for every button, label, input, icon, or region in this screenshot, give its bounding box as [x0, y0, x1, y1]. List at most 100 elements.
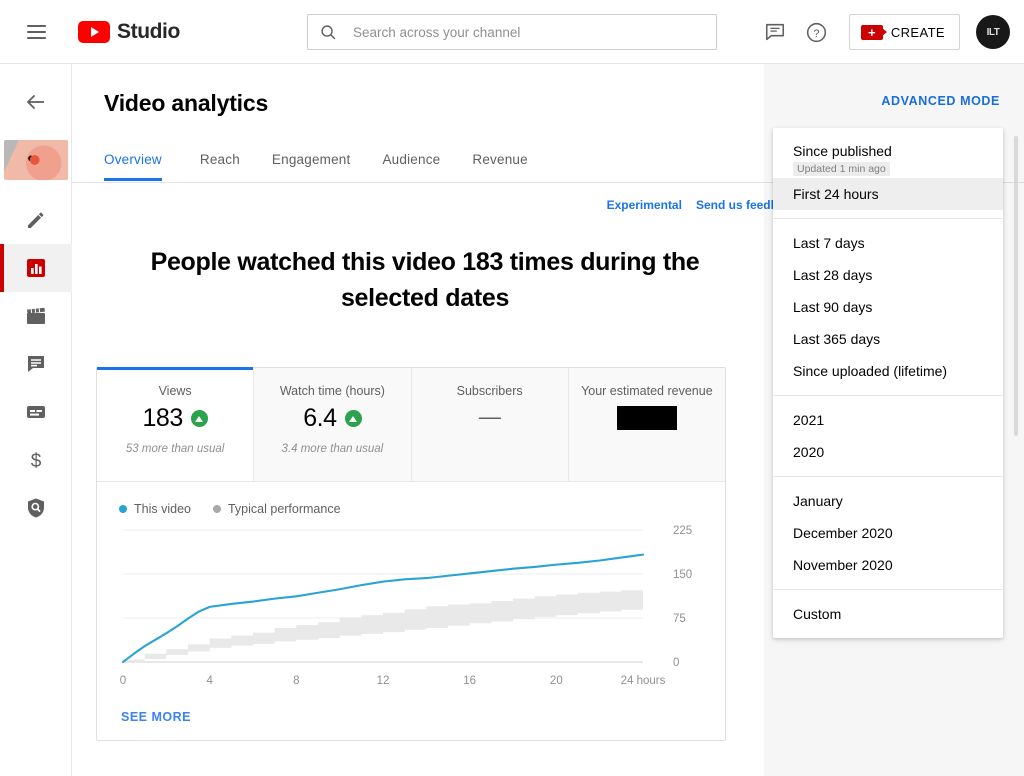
- menu-item[interactable]: First 24 hours: [773, 178, 1003, 210]
- see-more-link[interactable]: SEE MORE: [121, 710, 191, 724]
- analytics-tabs: Overview Reach Engagement Audience Reven…: [104, 152, 544, 181]
- menu-item[interactable]: Last 90 days: [773, 291, 1003, 323]
- sidebar-item-subtitles[interactable]: [0, 388, 72, 436]
- menu-item-label: 2020: [793, 444, 824, 460]
- arrow-left-icon: [24, 90, 48, 114]
- menu-separator: [773, 589, 1003, 590]
- menu-item-label: January: [793, 493, 843, 509]
- feedback-icon[interactable]: [755, 12, 795, 52]
- menu-item[interactable]: November 2020: [773, 549, 1003, 581]
- x-axis-tick-label: 8: [293, 675, 299, 687]
- metric-value: 183: [143, 404, 183, 433]
- metric-label: Subscribers: [457, 384, 523, 398]
- metric-label: Your estimated revenue: [581, 384, 713, 398]
- menu-item-label: Since uploaded (lifetime): [793, 363, 947, 379]
- metric-subtext: 3.4 more than usual: [282, 443, 384, 455]
- tab-engagement[interactable]: Engagement: [256, 152, 367, 181]
- menu-scrollbar[interactable]: [1014, 136, 1018, 436]
- menu-group: January December 2020 November 2020: [773, 481, 1003, 585]
- metric-card-revenue[interactable]: Your estimated revenue: [569, 368, 725, 481]
- metric-value: —: [479, 404, 501, 430]
- tab-audience[interactable]: Audience: [366, 152, 456, 181]
- x-axis-tick-label: 20: [550, 675, 563, 687]
- sidebar-item-editor[interactable]: [0, 292, 72, 340]
- svg-text:?: ?: [814, 27, 820, 39]
- chart-area: This video Typical performance 075150225…: [97, 482, 725, 741]
- legend-label: Typical performance: [228, 502, 341, 516]
- menu-item-label: December 2020: [793, 525, 893, 541]
- analytics-line-chart[interactable]: 07515022504812162024 hours: [97, 522, 727, 702]
- menu-item[interactable]: Custom: [773, 598, 1003, 630]
- menu-item[interactable]: December 2020: [773, 517, 1003, 549]
- sidebar-item-monetization[interactable]: $: [0, 436, 72, 484]
- video-camera-plus-icon: +: [861, 25, 883, 40]
- menu-item-label: 2021: [793, 412, 824, 428]
- legend-item-typical-performance[interactable]: Typical performance: [213, 502, 341, 516]
- menu-item[interactable]: Last 7 days: [773, 227, 1003, 259]
- search-input[interactable]: [353, 25, 704, 40]
- metric-card-watch-time[interactable]: Watch time (hours) 6.4 3.4 more than usu…: [254, 368, 411, 481]
- youtube-logo-icon: [78, 21, 110, 43]
- legend-label: This video: [134, 502, 191, 516]
- avatar[interactable]: ILT: [976, 15, 1010, 49]
- y-axis-tick-label: 0: [673, 657, 679, 669]
- page-title: Video analytics: [104, 90, 268, 117]
- arrow-up-icon: [345, 410, 362, 427]
- dollar-icon: $: [24, 448, 48, 472]
- menu-item[interactable]: 2021: [773, 404, 1003, 436]
- sidebar-item-details[interactable]: [0, 196, 72, 244]
- typical-performance-band: [123, 587, 643, 662]
- metric-label: Watch time (hours): [280, 384, 385, 398]
- tab-reach[interactable]: Reach: [184, 152, 256, 181]
- y-axis-tick-label: 225: [673, 525, 692, 537]
- metric-label: Views: [159, 384, 192, 398]
- menu-item-label: Since published: [793, 142, 892, 160]
- sidebar-item-analytics[interactable]: [0, 244, 72, 292]
- legend-dot-icon: [213, 505, 221, 513]
- tab-revenue[interactable]: Revenue: [456, 152, 543, 181]
- tab-overview[interactable]: Overview: [104, 152, 184, 181]
- shield-search-icon: [24, 496, 48, 520]
- headline: People watched this video 183 times duri…: [120, 244, 730, 316]
- video-thumbnail[interactable]: [4, 140, 68, 180]
- metric-value: 6.4: [303, 404, 336, 433]
- hamburger-icon[interactable]: [16, 12, 56, 52]
- metric-card-views[interactable]: Views 183 53 more than usual: [97, 368, 254, 481]
- menu-item-label: Custom: [793, 606, 841, 622]
- sidebar-item-copyright[interactable]: [0, 484, 72, 532]
- pencil-icon: [24, 208, 48, 232]
- menu-item[interactable]: 2020: [773, 436, 1003, 468]
- x-axis-tick-label: 12: [377, 675, 390, 687]
- back-button[interactable]: [0, 78, 72, 126]
- search-box[interactable]: [307, 14, 717, 50]
- menu-group: Custom: [773, 594, 1003, 634]
- menu-item[interactable]: Last 365 days: [773, 323, 1003, 355]
- menu-item-label: November 2020: [793, 557, 893, 573]
- sidebar-item-comments[interactable]: [0, 340, 72, 388]
- redacted-value: [617, 406, 677, 430]
- create-button[interactable]: + CREATE: [849, 14, 960, 50]
- menu-item-label: Last 28 days: [793, 267, 872, 283]
- legend-dot-icon: [119, 505, 127, 513]
- menu-separator: [773, 395, 1003, 396]
- svg-text:$: $: [31, 451, 42, 472]
- menu-item[interactable]: January: [773, 485, 1003, 517]
- menu-item-label: Last 7 days: [793, 235, 865, 251]
- menu-item-label: First 24 hours: [793, 186, 879, 202]
- menu-item[interactable]: Since publishedUpdated 1 min ago: [773, 134, 1003, 178]
- menu-item[interactable]: Last 28 days: [773, 259, 1003, 291]
- comment-icon: [24, 352, 48, 376]
- studio-brand[interactable]: Studio: [78, 20, 180, 44]
- legend-item-this-video[interactable]: This video: [119, 502, 191, 516]
- menu-group: Last 7 days Last 28 days Last 90 daysLast …: [773, 223, 1003, 391]
- x-axis-tick-label: 16: [463, 675, 476, 687]
- metric-card-subscribers[interactable]: Subscribers —: [412, 368, 569, 481]
- metric-cards: Views 183 53 more than usual Watch time …: [97, 368, 725, 482]
- y-axis-tick-label: 75: [673, 613, 686, 625]
- x-axis-tick-label: 4: [206, 675, 213, 687]
- overview-card: Views 183 53 more than usual Watch time …: [96, 367, 726, 741]
- date-range-menu: Since publishedUpdated 1 min ago First 24…: [773, 128, 1003, 638]
- help-icon[interactable]: ?: [797, 12, 837, 52]
- experimental-label: Experimental: [607, 198, 682, 212]
- menu-item[interactable]: Since uploaded (lifetime): [773, 355, 1003, 387]
